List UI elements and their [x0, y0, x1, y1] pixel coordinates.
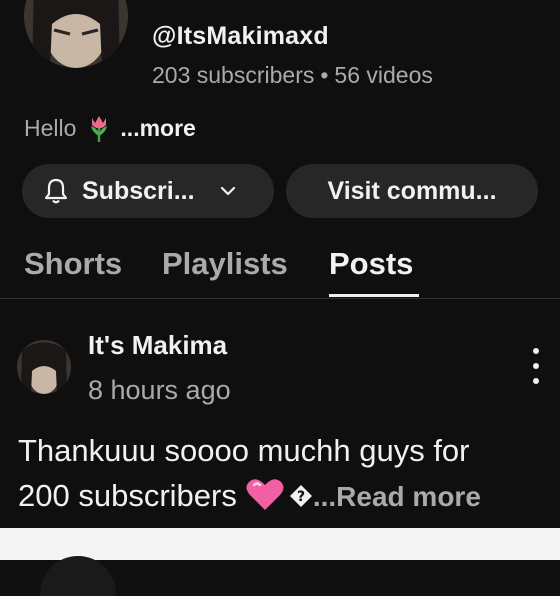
avatar-image [24, 0, 128, 68]
visit-community-label: Visit commu... [327, 176, 497, 205]
subscribe-button[interactable]: Subscri... [22, 164, 274, 218]
tabs-divider [0, 298, 560, 299]
post-text-line-1: Thankuuu soooo muchh guys for [18, 433, 470, 468]
avatar-image [17, 340, 71, 394]
video-count: 56 videos [334, 62, 433, 88]
read-more-link[interactable]: ...Read more [313, 481, 481, 512]
tab-shorts[interactable]: Shorts [24, 246, 122, 282]
channel-handle: @ItsMakimaxd [152, 22, 329, 50]
visit-community-button[interactable]: Visit commu... [286, 164, 538, 218]
bell-icon [44, 178, 68, 204]
subscriber-count: 203 subscribers [152, 62, 315, 88]
post-text: Thankuuu soooo muchh guys for 200 subscr… [18, 428, 548, 519]
subscribe-label: Subscri... [82, 176, 195, 205]
meta-separator: • [320, 62, 329, 88]
active-tab-indicator [329, 294, 419, 297]
kebab-dot [533, 348, 539, 354]
next-post-avatar [40, 556, 116, 596]
channel-stats: 203 subscribers • 56 videos [152, 62, 433, 89]
kebab-dot [533, 378, 539, 384]
tab-playlists[interactable]: Playlists [162, 246, 288, 282]
post-text-line-2: 200 subscribers ? ...Read more [18, 473, 548, 519]
chevron-down-icon [220, 186, 235, 196]
pink-heart-emoji [246, 479, 284, 510]
post-author-name[interactable]: It's Makima [88, 330, 227, 361]
channel-avatar[interactable] [24, 0, 128, 68]
tab-posts[interactable]: Posts [329, 246, 413, 282]
description-text: Hello [24, 114, 77, 141]
unknown-glyph-icon: ? [289, 485, 312, 507]
more-vert-icon[interactable] [526, 348, 546, 384]
kebab-dot [533, 363, 539, 369]
next-post-separator [0, 528, 560, 560]
channel-description[interactable]: Hello ...more [24, 114, 196, 142]
tulip-emoji [91, 116, 108, 142]
post-timestamp: 8 hours ago [88, 375, 231, 405]
post-author-avatar[interactable] [17, 340, 71, 394]
post-text-line-2-text: 200 subscribers [18, 478, 237, 513]
description-more-link[interactable]: ...more [120, 115, 195, 142]
svg-text:?: ? [297, 489, 305, 505]
